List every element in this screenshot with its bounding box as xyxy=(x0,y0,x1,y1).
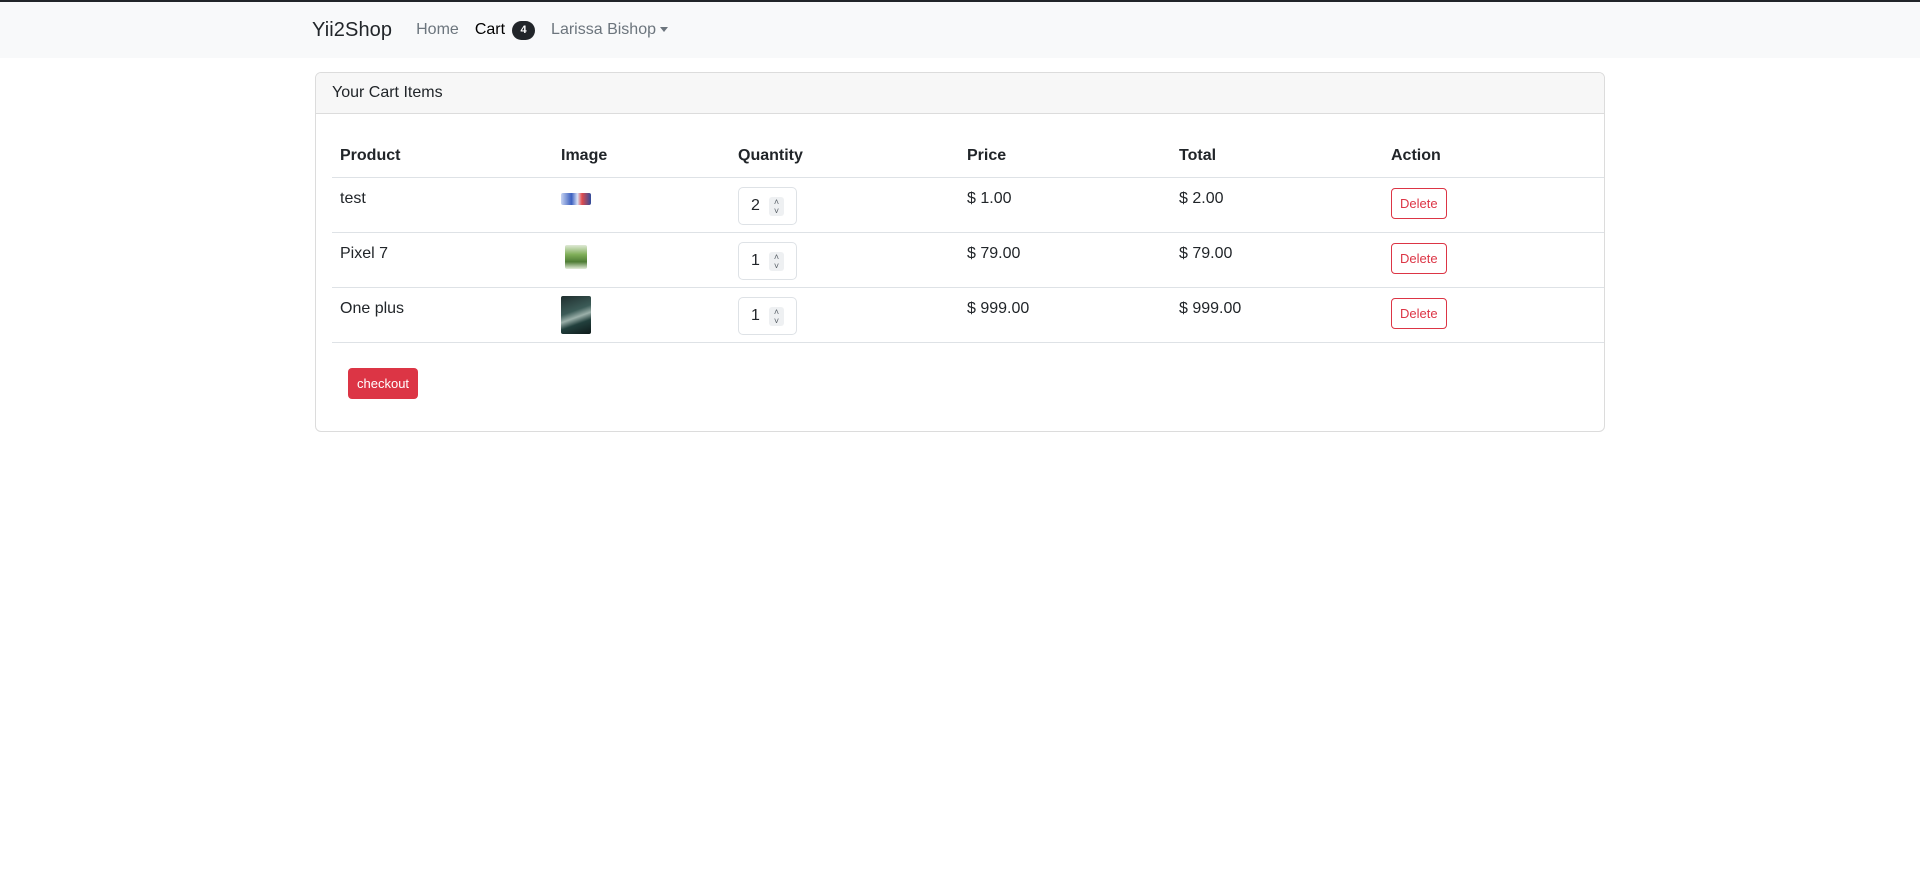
cart-table: Product Image Quantity Price Total Actio… xyxy=(332,130,1604,343)
table-row: One plus 1 ˄ ˅ $ 999.00 $ 999.00 Delete xyxy=(332,287,1604,343)
chevron-down-icon[interactable]: ˅ xyxy=(774,206,779,216)
product-name: test xyxy=(332,177,553,233)
total-cell: $ 2.00 xyxy=(1171,177,1383,233)
card-body: Product Image Quantity Price Total Actio… xyxy=(316,114,1604,343)
header-quantity: Quantity xyxy=(730,130,959,178)
product-name: Pixel 7 xyxy=(332,232,553,288)
quantity-stepper[interactable]: 2 ˄ ˅ xyxy=(738,186,797,225)
product-name: One plus xyxy=(332,287,553,343)
product-image-cell xyxy=(553,177,730,233)
checkout-button[interactable]: checkout xyxy=(348,368,419,399)
nav-cart-link[interactable]: Cart 4 xyxy=(474,20,536,40)
header-price: Price xyxy=(959,130,1171,178)
nav-home-link[interactable]: Home xyxy=(416,21,459,39)
header-image: Image xyxy=(553,130,730,178)
quantity-value: 1 xyxy=(751,306,760,324)
price-cell: $ 79.00 xyxy=(959,232,1171,288)
quantity-value: 2 xyxy=(751,196,760,214)
price-cell: $ 1.00 xyxy=(959,177,1171,233)
table-row: test 2 ˄ ˅ $ 1.00 $ 2.00 Delete xyxy=(332,177,1604,233)
delete-button[interactable]: Delete xyxy=(1391,242,1447,274)
product-thumbnail-icon xyxy=(561,295,591,334)
quantity-stepper[interactable]: 1 ˄ ˅ xyxy=(738,296,797,335)
product-image-cell xyxy=(553,287,730,343)
header-total: Total xyxy=(1171,130,1383,178)
quantity-cell: 2 ˄ ˅ xyxy=(730,177,959,233)
table-row: Pixel 7 1 ˄ ˅ $ 79.00 $ 79.00 Delete xyxy=(332,232,1604,288)
action-cell: Delete xyxy=(1383,177,1604,233)
quantity-value: 1 xyxy=(751,251,760,269)
total-cell: $ 79.00 xyxy=(1171,232,1383,288)
chevron-down-icon[interactable]: ˅ xyxy=(774,261,779,271)
user-name-label: Larissa Bishop xyxy=(551,21,656,38)
cart-card: Your Cart Items Product Image Quantity P… xyxy=(315,72,1605,432)
spinner-control[interactable]: ˄ ˅ xyxy=(769,251,784,271)
product-image-cell xyxy=(553,232,730,288)
spinner-control[interactable]: ˄ ˅ xyxy=(769,196,784,216)
navbar: Yii2Shop Home Cart 4 Larissa Bishop xyxy=(0,2,1920,58)
product-thumbnail-icon xyxy=(561,192,591,205)
total-cell: $ 999.00 xyxy=(1171,287,1383,343)
brand-link[interactable]: Yii2Shop xyxy=(312,19,392,42)
quantity-stepper[interactable]: 1 ˄ ˅ xyxy=(738,241,797,280)
product-thumbnail-icon xyxy=(565,244,587,269)
header-action: Action xyxy=(1383,130,1604,178)
delete-button[interactable]: Delete xyxy=(1391,187,1447,219)
action-cell: Delete xyxy=(1383,287,1604,343)
header-product: Product xyxy=(332,130,553,178)
nav-cart-label: Cart xyxy=(474,21,506,38)
delete-button[interactable]: Delete xyxy=(1391,297,1447,329)
price-cell: $ 999.00 xyxy=(959,287,1171,343)
cart-count-badge: 4 xyxy=(512,20,536,40)
action-cell: Delete xyxy=(1383,232,1604,288)
table-header-row: Product Image Quantity Price Total Actio… xyxy=(332,130,1604,178)
spinner-control[interactable]: ˄ ˅ xyxy=(769,306,784,326)
navbar-inner: Yii2Shop Home Cart 4 Larissa Bishop xyxy=(312,2,684,58)
caret-down-icon xyxy=(660,26,668,32)
quantity-cell: 1 ˄ ˅ xyxy=(730,287,959,343)
chevron-down-icon[interactable]: ˅ xyxy=(774,316,779,326)
user-dropdown-toggle[interactable]: Larissa Bishop xyxy=(551,21,668,39)
card-header: Your Cart Items xyxy=(316,73,1604,114)
quantity-cell: 1 ˄ ˅ xyxy=(730,232,959,288)
